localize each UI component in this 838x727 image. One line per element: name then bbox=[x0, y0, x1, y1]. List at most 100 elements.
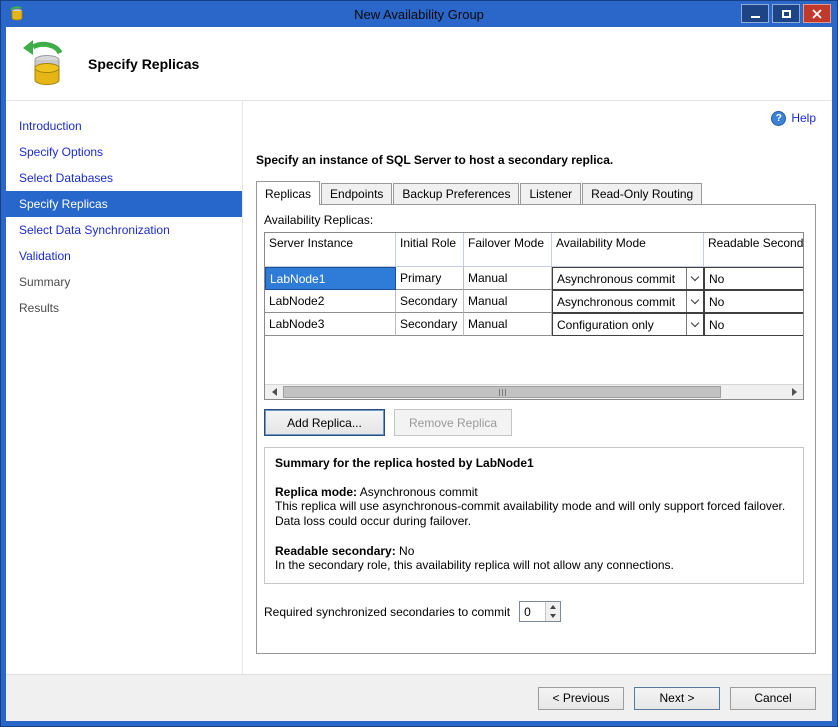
sidebar-item-specify-replicas[interactable]: Specify Replicas bbox=[6, 191, 242, 217]
app-icon[interactable] bbox=[9, 6, 25, 22]
add-replica-button[interactable]: Add Replica... bbox=[264, 409, 385, 436]
next-button[interactable]: Next > bbox=[634, 687, 720, 710]
window-title: New Availability Group bbox=[1, 7, 837, 22]
chevron-down-icon[interactable] bbox=[686, 314, 703, 335]
wizard-body: Introduction Specify Options Select Data… bbox=[6, 101, 832, 674]
quorum-row: Required synchronized secondaries to com… bbox=[264, 601, 810, 622]
sidebar-item-results: Results bbox=[6, 295, 242, 321]
readable-secondary-dropdown[interactable]: No bbox=[704, 267, 804, 290]
cell-failover-mode[interactable]: Manual bbox=[464, 267, 552, 290]
tab-read-only-routing[interactable]: Read-Only Routing bbox=[582, 183, 702, 204]
window-controls bbox=[741, 4, 831, 23]
horizontal-scrollbar bbox=[265, 384, 803, 399]
cell-server-instance[interactable]: LabNode1 bbox=[265, 267, 396, 290]
grid-row-labnode2: LabNode2 Secondary Manual Asynchronous c… bbox=[265, 290, 804, 313]
column-header-readable-secondary: Readable Secondary bbox=[704, 233, 804, 267]
availability-group-icon bbox=[20, 40, 68, 88]
maximize-icon bbox=[782, 10, 791, 18]
quorum-label: Required synchronized secondaries to com… bbox=[264, 605, 510, 619]
availability-mode-dropdown[interactable]: Asynchronous commit bbox=[552, 290, 704, 313]
close-button[interactable] bbox=[803, 4, 831, 23]
wizard-footer: < Previous Next > Cancel bbox=[6, 674, 832, 721]
dropdown-value: Asynchronous commit bbox=[553, 272, 675, 286]
window-client-area: Specify Replicas Introduction Specify Op… bbox=[6, 27, 832, 721]
quorum-spinner bbox=[519, 601, 561, 622]
sidebar-item-validation[interactable]: Validation bbox=[6, 243, 242, 269]
tab-listener[interactable]: Listener bbox=[520, 183, 581, 204]
replica-mode-line: Replica mode: Asynchronous commit bbox=[275, 485, 793, 499]
availability-mode-dropdown[interactable]: Configuration only bbox=[552, 313, 704, 336]
cell-server-instance[interactable]: LabNode3 bbox=[265, 313, 396, 336]
arrow-down-icon bbox=[550, 614, 556, 621]
sidebar-item-select-data-synchronization[interactable]: Select Data Synchronization bbox=[6, 217, 242, 243]
remove-replica-button: Remove Replica bbox=[394, 409, 512, 436]
cell-server-instance[interactable]: LabNode2 bbox=[265, 290, 396, 313]
dropdown-value: Configuration only bbox=[553, 318, 654, 332]
spinner-up-button[interactable] bbox=[546, 602, 560, 612]
scroll-left-button[interactable] bbox=[265, 385, 282, 399]
readable-secondary-dropdown[interactable]: No bbox=[704, 290, 804, 313]
help-row: ? Help bbox=[256, 109, 816, 127]
quorum-input[interactable] bbox=[520, 602, 545, 621]
help-link[interactable]: Help bbox=[791, 111, 816, 125]
scroll-right-button[interactable] bbox=[786, 385, 803, 399]
scrollbar-track[interactable] bbox=[282, 385, 786, 399]
sidebar-item-select-databases[interactable]: Select Databases bbox=[6, 165, 242, 191]
cell-initial-role[interactable]: Secondary bbox=[396, 313, 464, 336]
sidebar-item-introduction[interactable]: Introduction bbox=[6, 113, 242, 139]
column-header-availability-mode: Availability Mode bbox=[552, 233, 704, 267]
readable-secondary-dropdown[interactable]: No bbox=[704, 313, 804, 336]
dropdown-value: No bbox=[705, 295, 724, 309]
maximize-button[interactable] bbox=[772, 4, 800, 23]
dropdown-value: No bbox=[705, 272, 724, 286]
previous-button[interactable]: < Previous bbox=[538, 687, 624, 710]
column-header-failover-mode: Failover Mode bbox=[464, 233, 552, 267]
sidebar-item-summary: Summary bbox=[6, 269, 242, 295]
dropdown-value: Asynchronous commit bbox=[553, 295, 675, 309]
minimize-icon bbox=[751, 16, 760, 18]
spinner-buttons bbox=[545, 602, 560, 621]
readable-secondary-description: In the secondary role, this availability… bbox=[275, 558, 793, 573]
scroll-left-icon bbox=[268, 388, 277, 396]
cell-initial-role[interactable]: Primary bbox=[396, 267, 464, 290]
grid-row-labnode1: LabNode1 Primary Manual Asynchronous com… bbox=[265, 267, 804, 290]
cell-failover-mode[interactable]: Manual bbox=[464, 290, 552, 313]
chevron-down-icon[interactable] bbox=[686, 291, 703, 312]
title-bar[interactable]: New Availability Group bbox=[1, 1, 837, 27]
replicas-tab-panel: Availability Replicas: Server Instance I… bbox=[256, 204, 816, 654]
minimize-button[interactable] bbox=[741, 4, 769, 23]
cell-initial-role[interactable]: Secondary bbox=[396, 290, 464, 313]
help-icon: ? bbox=[771, 111, 786, 126]
cell-failover-mode[interactable]: Manual bbox=[464, 313, 552, 336]
main-content: ? Help Specify an instance of SQL Server… bbox=[243, 101, 832, 674]
instruction-text: Specify an instance of SQL Server to hos… bbox=[256, 153, 816, 167]
grid-row-labnode3: LabNode3 Secondary Manual Configuration … bbox=[265, 313, 804, 336]
grid-header-row: Server Instance Initial Role Failover Mo… bbox=[265, 233, 804, 267]
cancel-button[interactable]: Cancel bbox=[730, 687, 816, 710]
wizard-header: Specify Replicas bbox=[6, 27, 832, 101]
tab-strip: Replicas Endpoints Backup Preferences Li… bbox=[256, 181, 816, 204]
tab-endpoints[interactable]: Endpoints bbox=[321, 183, 392, 204]
scroll-right-icon bbox=[792, 388, 801, 396]
readable-secondary-line: Readable secondary: No bbox=[275, 544, 793, 558]
replica-mode-description: This replica will use asynchronous-commi… bbox=[275, 499, 793, 529]
availability-replicas-label: Availability Replicas: bbox=[264, 213, 810, 227]
arrow-up-icon bbox=[550, 602, 556, 609]
tab-backup-preferences[interactable]: Backup Preferences bbox=[393, 183, 519, 204]
spinner-down-button[interactable] bbox=[546, 612, 560, 622]
chevron-down-icon[interactable] bbox=[686, 268, 703, 289]
summary-title: Summary for the replica hosted by LabNod… bbox=[275, 456, 793, 470]
column-header-initial-role: Initial Role bbox=[396, 233, 464, 267]
replica-buttons-row: Add Replica... Remove Replica bbox=[264, 409, 810, 436]
availability-replicas-grid: Server Instance Initial Role Failover Mo… bbox=[264, 232, 804, 400]
scrollbar-thumb[interactable] bbox=[283, 386, 721, 398]
page-title: Specify Replicas bbox=[88, 56, 199, 72]
replica-summary-box: Summary for the replica hosted by LabNod… bbox=[264, 447, 804, 584]
wizard-steps-sidebar: Introduction Specify Options Select Data… bbox=[6, 101, 243, 674]
sidebar-item-specify-options[interactable]: Specify Options bbox=[6, 139, 242, 165]
column-header-server-instance: Server Instance bbox=[265, 233, 396, 267]
dropdown-value: No bbox=[705, 318, 724, 332]
tab-replicas[interactable]: Replicas bbox=[256, 181, 320, 205]
wizard-window: New Availability Group Specify Repli bbox=[0, 0, 838, 727]
availability-mode-dropdown[interactable]: Asynchronous commit bbox=[552, 267, 704, 290]
